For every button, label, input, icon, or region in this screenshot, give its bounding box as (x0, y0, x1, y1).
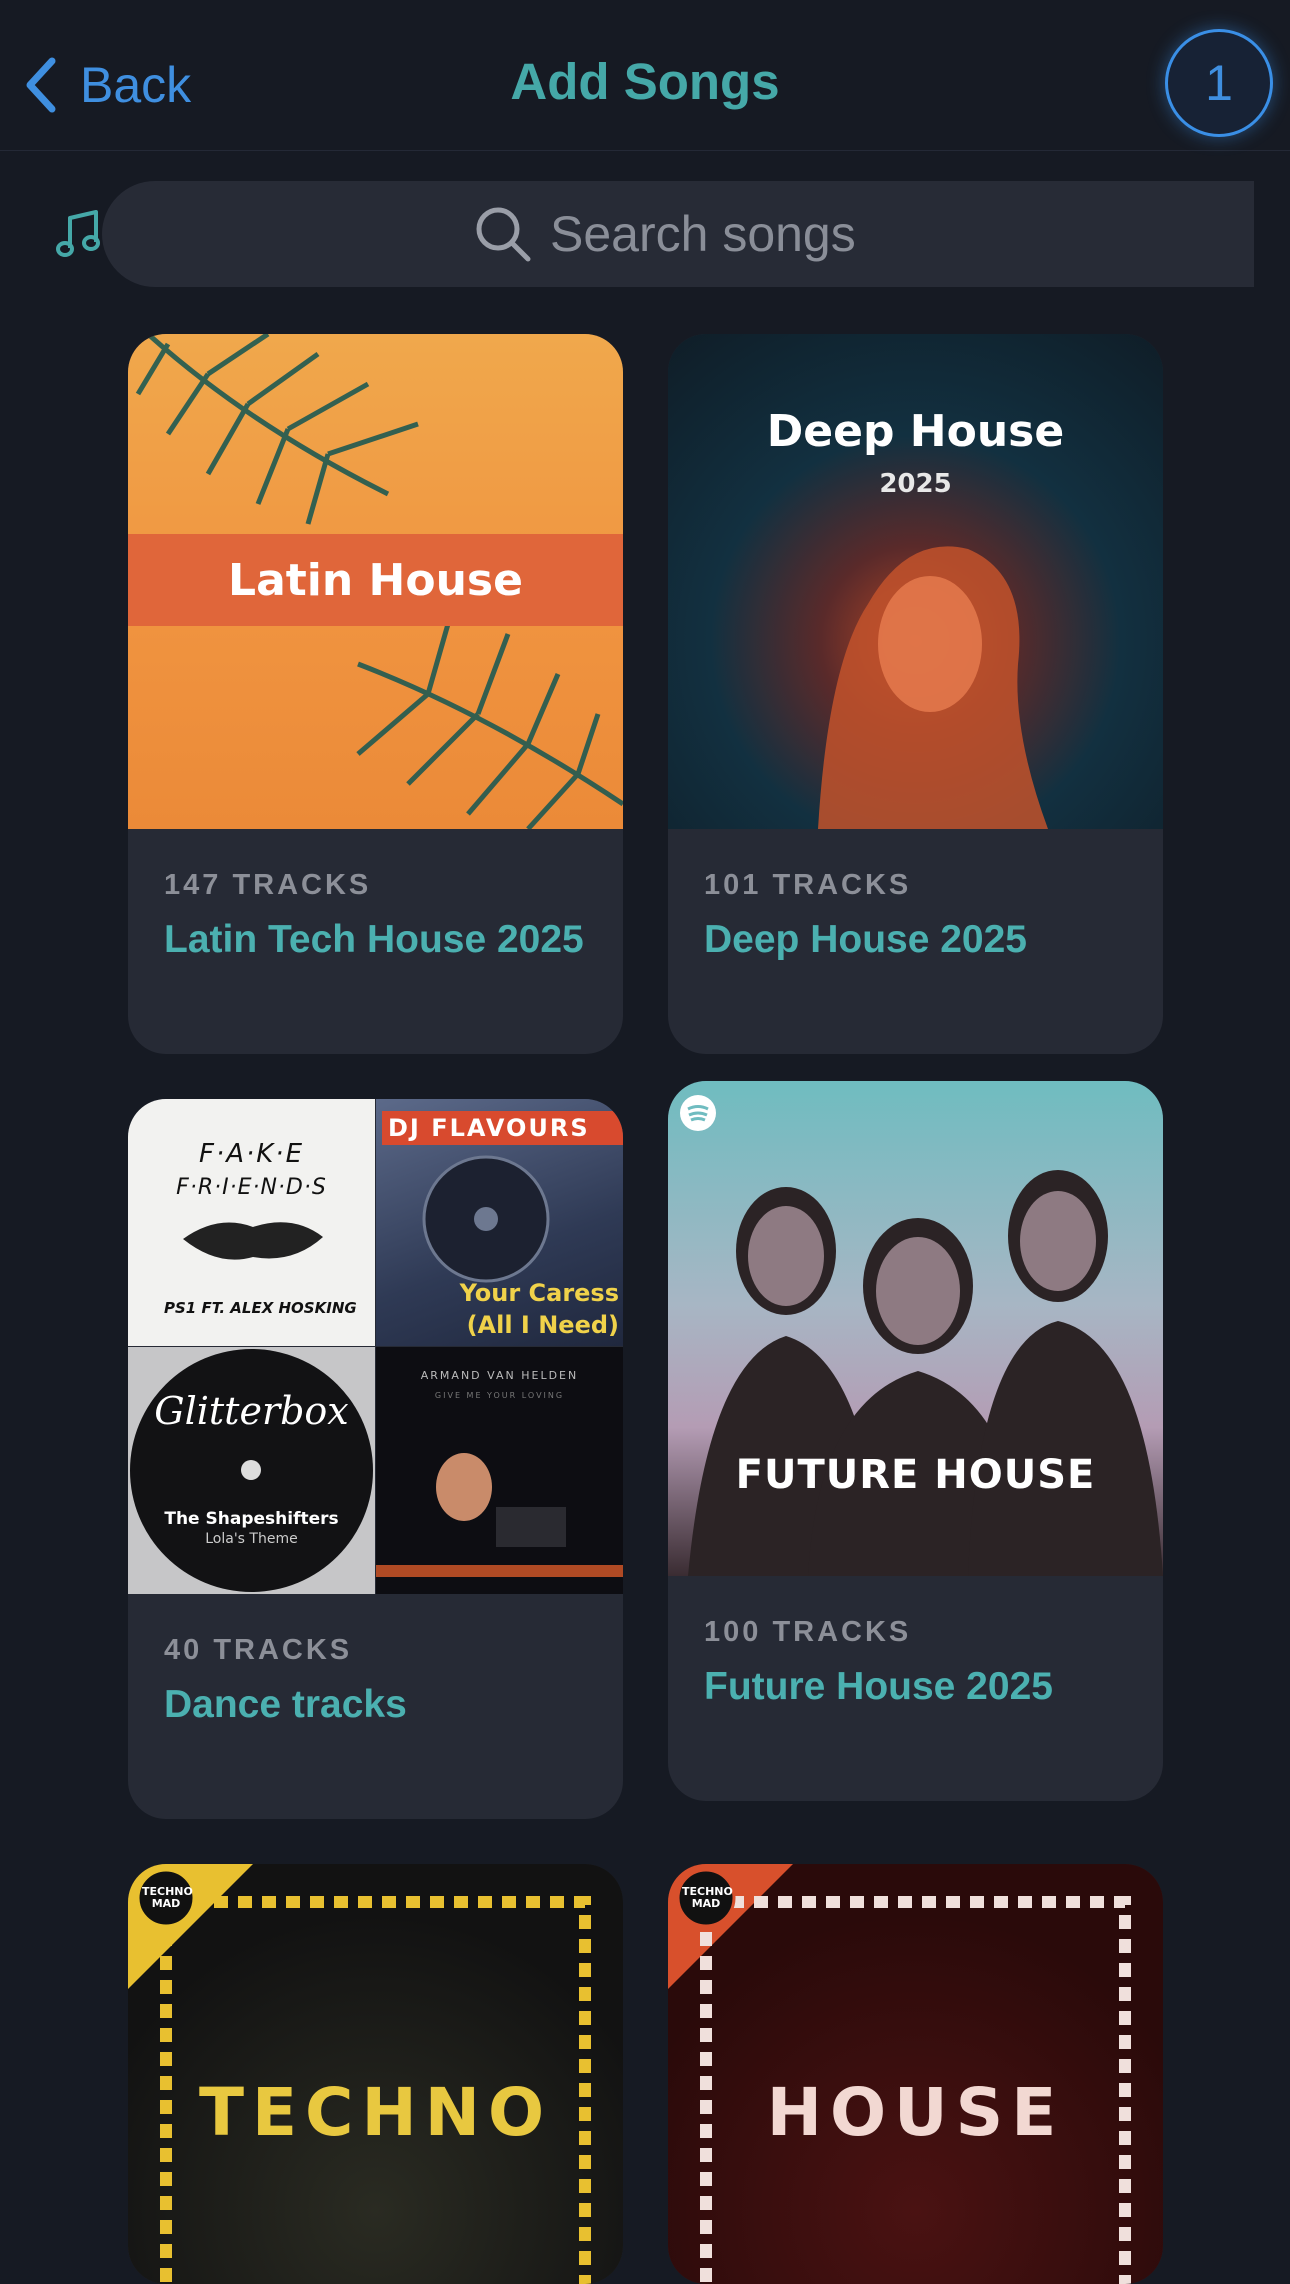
playlist-name: Latin Tech House 2025 (164, 918, 584, 961)
playlist-artwork: FUTURE HOUSE (668, 1081, 1163, 1576)
playlist-card-future-house[interactable]: FUTURE HOUSE 100 TRACKS Future House 202… (668, 1081, 1163, 1801)
artwork-title: Latin House (128, 534, 623, 626)
playlist-artwork-mosaic: F·A·K·E F·R·I·E·N·D·S PS1 FT. ALEX HOSKI… (128, 1099, 623, 1594)
selected-count-badge[interactable]: 1 (1165, 29, 1273, 137)
track-count: 101 TRACKS (704, 869, 912, 901)
search-bar[interactable] (102, 181, 1254, 287)
playlist-info: 147 TRACKS Latin Tech House 2025 (164, 869, 584, 964)
turntable-illustration (422, 1155, 550, 1283)
playlist-artwork: Deep House 2025 (668, 334, 1163, 829)
track-count: 100 TRACKS (704, 1616, 912, 1648)
playlist-info: 40 TRACKS Dance tracks (164, 1634, 584, 1729)
playlist-name: Deep House 2025 (704, 918, 1027, 961)
playlist-artwork: TECHNO MAD TECHNO (128, 1864, 623, 2284)
page-title: Add Songs (510, 53, 780, 110)
search-input[interactable] (548, 204, 882, 264)
playlist-card-techno[interactable]: TECHNO MAD TECHNO (128, 1864, 623, 2284)
artwork-title: HOUSE (766, 2074, 1065, 2151)
playlist-name: Future House 2025 (704, 1665, 1053, 1708)
playlist-artwork: TECHNO MAD HOUSE (668, 1864, 1163, 2284)
music-note-icon[interactable] (56, 208, 102, 260)
techno-mad-logo: TECHNO MAD (142, 1885, 193, 1910)
album-tile-fake-friends: F·A·K·E F·R·I·E·N·D·S PS1 FT. ALEX HOSKI… (128, 1099, 375, 1346)
portrait-silhouette (818, 546, 1048, 829)
track-count: 40 TRACKS (164, 1634, 353, 1666)
playlist-info: 100 TRACKS Future House 2025 (704, 1616, 1124, 1711)
playlist-card-deep-house[interactable]: Deep House 2025 101 TRACKS Deep House 20… (668, 334, 1163, 1054)
tile-subtitle: The Shapeshifters (164, 1509, 339, 1529)
portrait-photo (376, 1453, 623, 1577)
playlist-card-house[interactable]: TECHNO MAD HOUSE (668, 1864, 1163, 2284)
artist-group-photo (688, 1170, 1163, 1576)
playlist-name: Dance tracks (164, 1683, 407, 1726)
album-tile-glitterbox: Glitterbox The Shapeshifters Lola's Them… (128, 1347, 375, 1594)
artwork-title: TECHNO (198, 2074, 553, 2151)
track-count: 147 TRACKS (164, 869, 372, 901)
artwork-title: FUTURE HOUSE (735, 1452, 1096, 1498)
techno-mad-logo: TECHNO MAD (682, 1885, 733, 1910)
playlist-info: 101 TRACKS Deep House 2025 (704, 869, 1124, 964)
tile-title: Glitterbox (154, 1389, 349, 1433)
tile-subtitle-2: (All I Need) (466, 1311, 619, 1339)
tile-artist: PS1 FT. ALEX HOSKING (164, 1299, 357, 1317)
album-tile-your-caress: DJ FLAVOURS Your Caress (All I Need) (376, 1099, 623, 1346)
search-icon (476, 207, 531, 262)
playlist-artwork: Latin House (128, 334, 623, 829)
playlist-card-dance-tracks[interactable]: F·A·K·E F·R·I·E·N·D·S PS1 FT. ALEX HOSKI… (128, 1099, 623, 1819)
album-tile-armand-van-helden: ARMAND VAN HELDEN GIVE ME YOUR LOVING (376, 1347, 623, 1594)
tile-subtitle: Your Caress (459, 1279, 619, 1307)
tile-subtitle-2: Lola's Theme (205, 1531, 298, 1547)
playlist-card-latin-tech-house[interactable]: Latin House 147 TRACKS Latin Tech House … (128, 334, 623, 1054)
top-bar: Back Add Songs 1 (0, 0, 1290, 151)
